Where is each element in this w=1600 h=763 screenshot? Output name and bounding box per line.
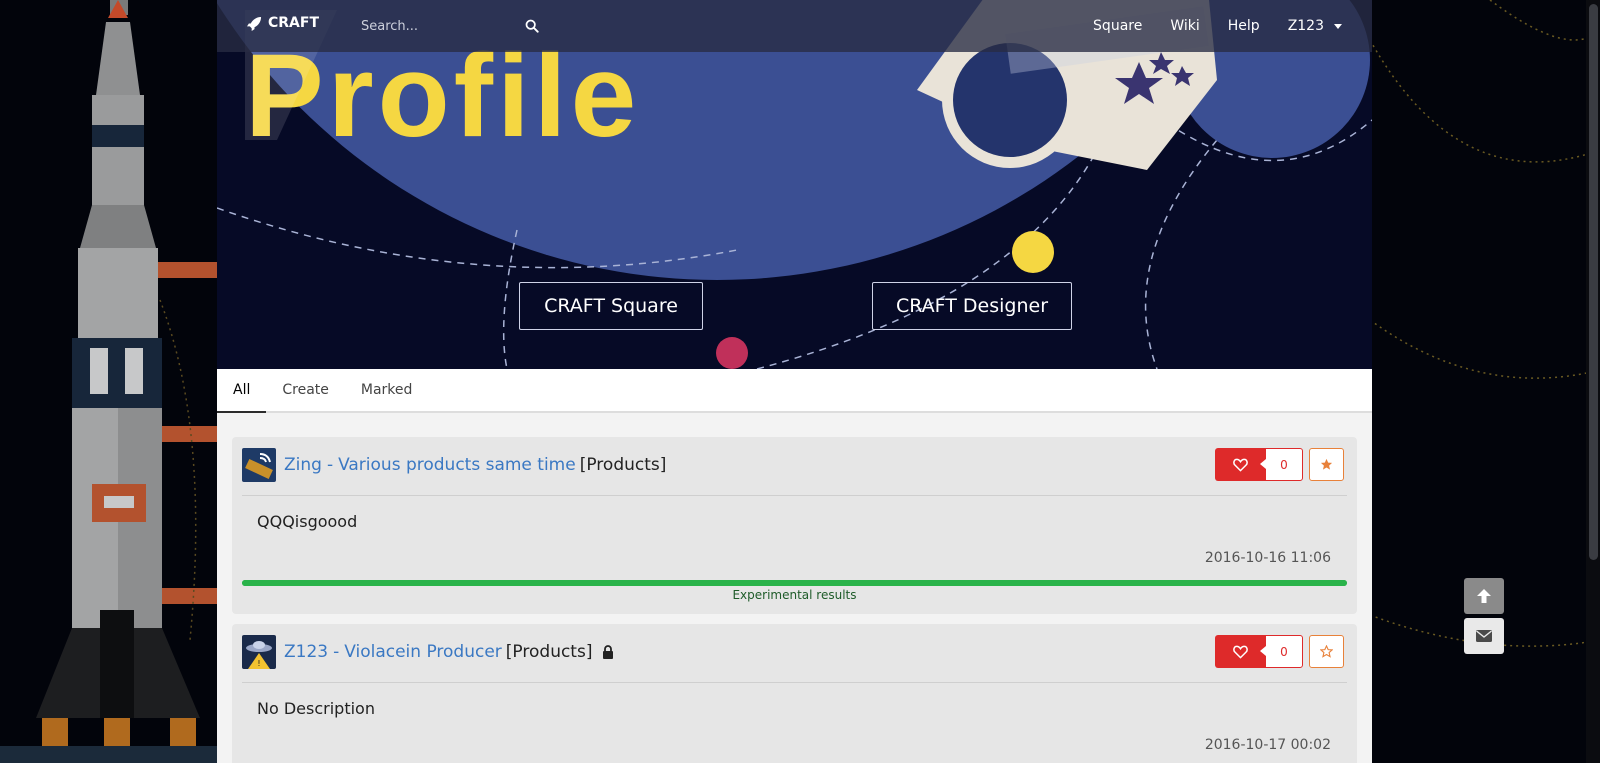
like-count: 0 <box>1260 448 1303 481</box>
caret-down-icon <box>1334 23 1342 29</box>
scrollbar-track[interactable] <box>1586 0 1600 763</box>
star-icon <box>1320 458 1333 470</box>
project-description: No Description <box>257 699 375 718</box>
background-rocket <box>0 0 217 763</box>
nav-link-wiki[interactable]: Wiki <box>1170 18 1199 34</box>
progress-fill <box>242 580 1347 586</box>
user-name: Z123 <box>1287 18 1324 34</box>
like-count: 0 <box>1260 635 1303 668</box>
star-button[interactable] <box>1309 635 1344 668</box>
project-title-link[interactable]: Violacein Producer <box>344 642 502 662</box>
rocket-icon <box>247 16 262 31</box>
top-navbar: CRAFT Square Wiki Help Z123 <box>217 0 1372 52</box>
scroll-to-top-button[interactable] <box>1464 578 1504 614</box>
avatar[interactable]: ! <box>242 635 276 669</box>
craft-designer-button[interactable]: CRAFT Designer <box>872 282 1072 330</box>
profile-tabs: All Create Marked <box>217 369 1372 413</box>
card-header: ! Z123 - Violacein Producer [Products] <box>242 634 614 670</box>
brand-logo[interactable]: CRAFT <box>247 15 319 31</box>
project-card: Zing - Various products same time [Produ… <box>232 437 1357 614</box>
card-header: Zing - Various products same time [Produ… <box>242 447 666 483</box>
search-box <box>357 13 547 39</box>
scrollbar-thumb[interactable] <box>1589 4 1598 560</box>
message-button[interactable] <box>1464 618 1504 654</box>
like-button[interactable]: 0 <box>1215 448 1303 481</box>
tab-create[interactable]: Create <box>266 369 345 411</box>
project-title-link[interactable]: Various products same time <box>338 455 576 475</box>
category-tag: [Products] <box>579 455 667 475</box>
timestamp: 2016-10-16 11:06 <box>1204 550 1331 566</box>
main-container: Profile CRAFT Square Wiki Help <box>217 0 1372 763</box>
card-divider <box>242 495 1347 496</box>
search-input[interactable] <box>357 13 547 39</box>
lock-icon <box>603 645 614 659</box>
search-icon[interactable] <box>525 19 539 33</box>
progress-label: Experimental results <box>732 588 857 602</box>
project-card: ! Z123 - Violacein Producer [Products] 0 <box>232 624 1357 763</box>
arrow-up-icon <box>1477 589 1491 603</box>
nav-link-help[interactable]: Help <box>1228 18 1260 34</box>
project-description: QQQisgoood <box>257 512 358 531</box>
card-divider <box>242 682 1347 683</box>
tab-all[interactable]: All <box>217 369 267 413</box>
star-button[interactable] <box>1309 448 1344 481</box>
profile-hero-banner: Profile CRAFT Square Wiki Help <box>217 0 1372 369</box>
star-icon <box>1320 645 1333 658</box>
hero-artwork: Profile <box>217 0 1372 369</box>
nav-link-square[interactable]: Square <box>1093 18 1142 34</box>
envelope-icon <box>1476 630 1492 642</box>
timestamp: 2016-10-17 00:02 <box>1204 737 1331 753</box>
heart-icon <box>1232 458 1248 472</box>
avatar[interactable] <box>242 448 276 482</box>
title-separator: - <box>333 642 340 662</box>
svg-text:!: ! <box>257 659 260 668</box>
progress-bar <box>242 580 1347 586</box>
user-menu[interactable]: Z123 <box>1288 18 1342 34</box>
brand-name: CRAFT <box>268 15 320 31</box>
author-link[interactable]: Zing <box>284 455 322 475</box>
heart-icon <box>1232 645 1248 659</box>
category-tag: [Products] <box>505 642 593 662</box>
craft-square-button[interactable]: CRAFT Square <box>519 282 703 330</box>
nav-links: Square Wiki Help Z123 <box>1093 0 1342 52</box>
tab-marked[interactable]: Marked <box>345 369 429 411</box>
author-link[interactable]: Z123 <box>284 642 328 662</box>
like-button[interactable]: 0 <box>1215 635 1303 668</box>
title-separator: - <box>326 455 334 475</box>
